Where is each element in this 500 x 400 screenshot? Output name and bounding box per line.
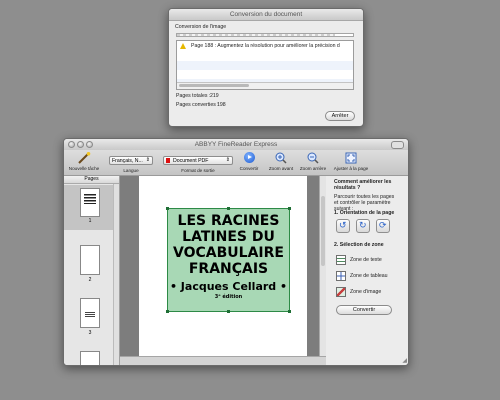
book-edition: 3ᵉ édition — [214, 294, 243, 300]
vertical-scrollbar[interactable] — [319, 176, 326, 356]
pages-header: Pages — [64, 176, 119, 184]
main-window: ABBYY FineReader Express Nouvelle tâche … — [63, 138, 409, 366]
page-thumbnail[interactable]: 2 — [64, 242, 119, 287]
fit-page-tool[interactable]: Ajuster à la page — [332, 152, 370, 171]
table-zone-label[interactable]: Zone de tableau — [350, 273, 388, 279]
zoom-in-icon — [275, 152, 287, 164]
page-number: 2 — [88, 277, 92, 283]
list-stripe — [177, 61, 353, 70]
warning-text: Page 188 : Augmentez la résolution pour … — [191, 43, 340, 49]
horizontal-scrollbar[interactable] — [177, 82, 353, 89]
resize-grip-icon[interactable]: ◢ — [402, 357, 407, 364]
section-label: Conversion de l'image — [175, 24, 227, 30]
rotate-180-button[interactable]: ⟳ — [376, 219, 390, 233]
language-label: Langue — [123, 168, 139, 173]
stop-button[interactable]: Arrêter — [325, 111, 355, 121]
select-arrows-icon: ⇕ — [145, 157, 150, 163]
warnings-list[interactable]: Page 188 : Augmentez la résolution pour … — [176, 40, 354, 90]
language-value: Français, N... — [112, 158, 143, 164]
pages-panel: Pages 1 2 3 — [64, 176, 120, 365]
zone-handle[interactable] — [227, 207, 230, 210]
page-1-thumbnail — [80, 188, 100, 217]
book-title-line-3: VOCABULAIRE — [173, 245, 284, 261]
toolbar-toggle-button[interactable] — [391, 141, 404, 149]
dialog-title: Conversion du document — [169, 9, 363, 21]
convert-button[interactable]: Convertir — [336, 305, 392, 315]
text-zone-label[interactable]: Zone de texte — [350, 257, 382, 263]
zoom-out-tool[interactable]: Zoom arrière — [297, 152, 329, 171]
book-title-line-1: LES RACINES — [177, 213, 280, 229]
language-select[interactable]: Français, N... ⇕ — [109, 156, 153, 165]
fit-page-label: Ajuster à la page — [333, 166, 369, 171]
converted-pages-label: Pages converties : — [176, 102, 219, 108]
image-zone-icon[interactable] — [336, 287, 346, 297]
book-title-line-4: FRANÇAIS — [188, 261, 269, 277]
select-arrows-icon: ⇕ — [225, 157, 230, 163]
scroll-thumb[interactable] — [321, 196, 325, 266]
table-zone-icon[interactable] — [336, 271, 346, 281]
scroll-thumb[interactable] — [179, 84, 249, 87]
page-4-thumbnail — [80, 351, 100, 365]
page-2-thumbnail — [80, 245, 100, 275]
page-3-thumbnail — [80, 298, 100, 328]
output-format-value: Document PDF — [173, 158, 209, 164]
total-pages-label: Pages totales : — [176, 93, 211, 99]
book-author: • Jacques Cellard • — [169, 280, 288, 293]
zoom-window-icon[interactable] — [86, 141, 93, 148]
zone-handle[interactable] — [166, 310, 169, 313]
output-format-select[interactable]: Document PDF ⇕ — [163, 156, 233, 165]
page-number: 1 — [88, 218, 92, 224]
rotate-right-icon: ↻ — [359, 220, 367, 230]
pdf-icon — [166, 158, 170, 163]
step-orientation: 1. Orientation de la page — [334, 210, 395, 216]
zoom-out-label: Zoom arrière — [299, 166, 327, 171]
page-number: 3 — [88, 330, 92, 336]
zone-handle[interactable] — [227, 310, 230, 313]
convert-label: Convertir — [239, 166, 259, 171]
rotate-left-button[interactable]: ↺ — [336, 219, 350, 233]
new-task-label: Nouvelle tâche — [68, 166, 100, 171]
step-zone-selection: 2. Sélection de zone — [334, 242, 384, 248]
zoom-in-label: Zoom avant — [268, 166, 294, 171]
view-bottom-bar — [120, 356, 326, 365]
rotate-180-icon: ⟳ — [379, 220, 387, 230]
warning-icon — [180, 43, 186, 49]
zone-handle[interactable] — [288, 207, 291, 210]
page-thumbnail[interactable]: 3 — [64, 295, 119, 340]
convert-tool[interactable]: Convertir — [236, 152, 262, 171]
converted-pages-value: 198 — [217, 102, 226, 108]
zoom-out-icon — [307, 152, 319, 164]
zone-handle[interactable] — [166, 207, 169, 210]
image-zone[interactable]: LES RACINES LATINES DU VOCABULAIRE FRANÇ… — [166, 207, 291, 313]
zone-handle[interactable] — [288, 310, 291, 313]
document-view: LES RACINES LATINES DU VOCABULAIRE FRANÇ… — [120, 176, 326, 356]
rotate-left-icon: ↺ — [339, 220, 347, 230]
progress-fill — [177, 34, 336, 36]
magic-wand-icon — [78, 152, 91, 164]
play-icon — [243, 152, 255, 163]
rotate-right-button[interactable]: ↻ — [356, 219, 370, 233]
output-format-label: Format de sortie — [181, 168, 215, 173]
total-pages-value: 219 — [210, 93, 219, 99]
pages-scrollbar[interactable] — [113, 184, 119, 365]
conversion-dialog: Conversion du document Conversion de l'i… — [168, 8, 364, 127]
image-zone-label[interactable]: Zone d'image — [350, 289, 381, 295]
page-thumbnail[interactable] — [64, 348, 119, 365]
minimize-window-icon[interactable] — [77, 141, 84, 148]
close-window-icon[interactable] — [68, 141, 75, 148]
progress-bar — [176, 33, 354, 37]
fit-page-icon — [345, 152, 357, 164]
text-zone-icon[interactable] — [336, 255, 346, 265]
book-title-line-2: LATINES DU — [182, 229, 275, 245]
new-task-tool[interactable]: Nouvelle tâche — [64, 152, 104, 171]
page-thumbnail-selected[interactable]: 1 — [64, 185, 119, 230]
zoom-in-tool[interactable]: Zoom avant — [266, 152, 296, 171]
warning-row[interactable]: Page 188 : Augmentez la résolution pour … — [177, 42, 353, 51]
help-heading: Comment améliorer les résultats ? — [334, 179, 392, 191]
